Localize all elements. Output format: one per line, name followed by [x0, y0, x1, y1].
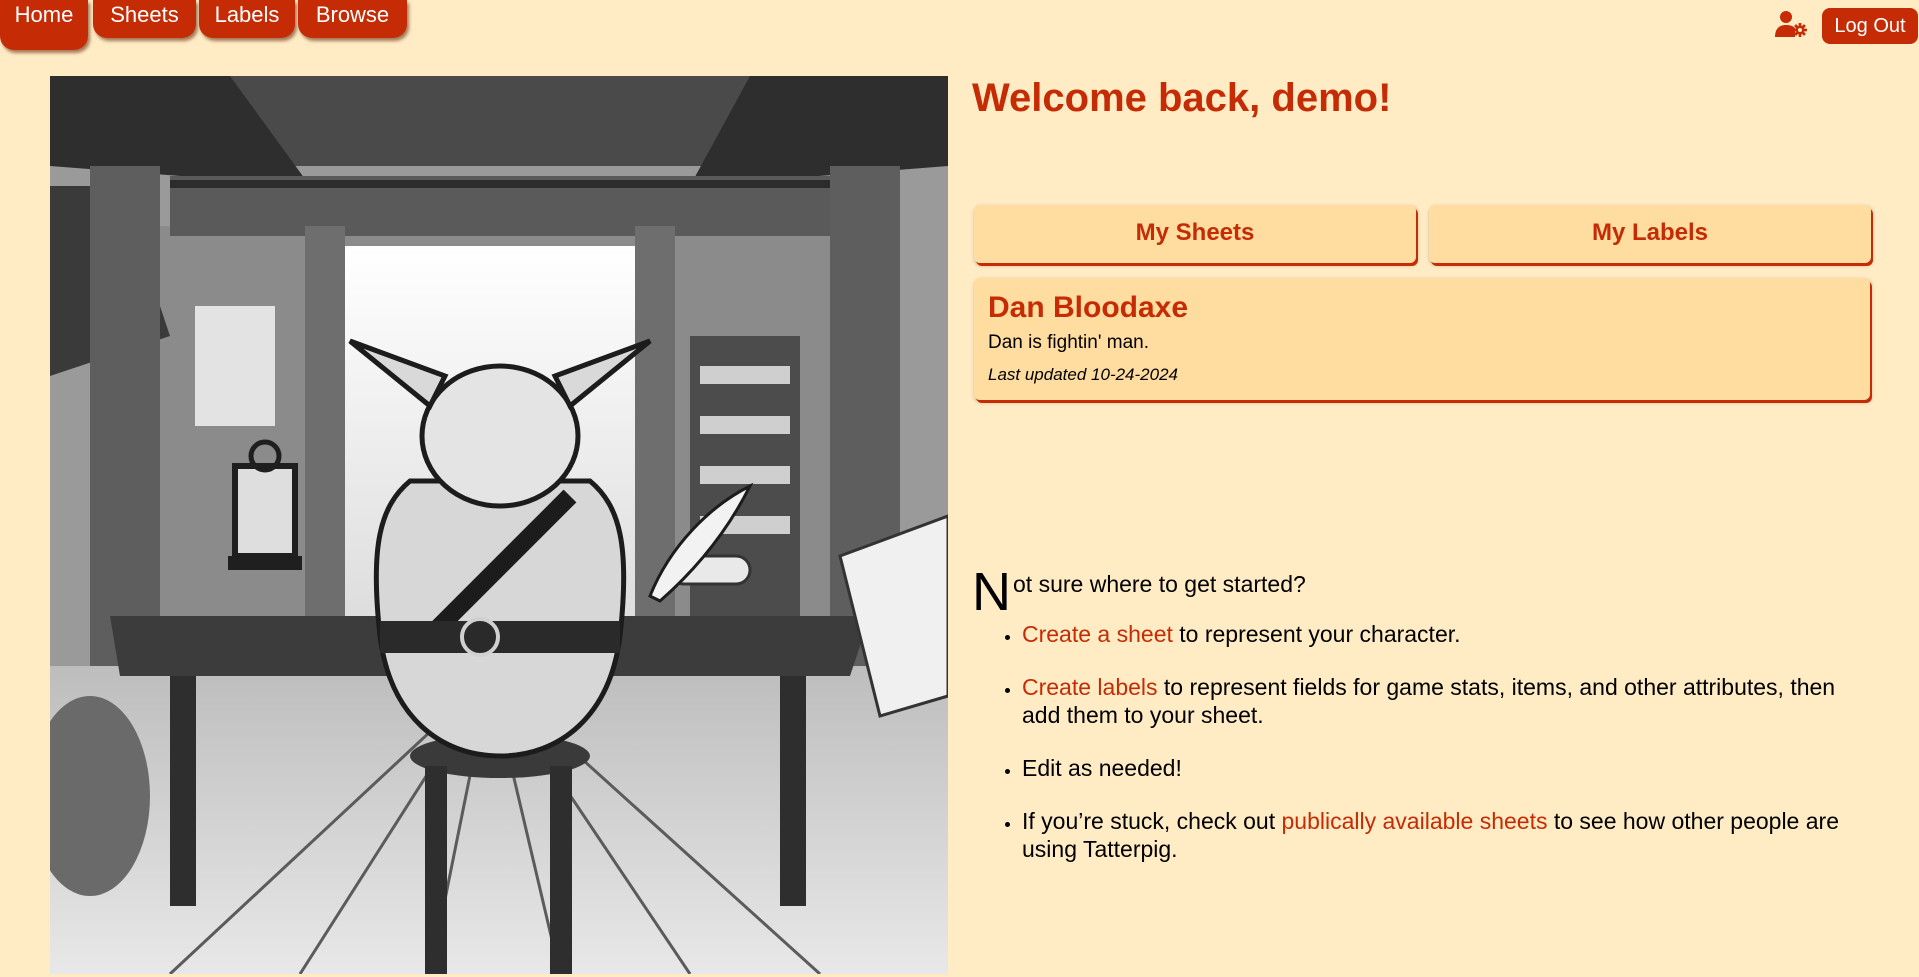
my-sheets-button[interactable]: My Sheets — [974, 205, 1416, 263]
list-item: Edit as needed! — [1022, 754, 1872, 782]
getting-started-intro: N ot sure where to get started? — [972, 562, 1852, 622]
hero-illustration — [50, 76, 948, 974]
top-nav: Home Sheets Labels Browse Log Out — [0, 0, 1919, 52]
sheet-card[interactable]: Dan Bloodaxe Dan is fightin' man. Last u… — [974, 278, 1870, 400]
nav-tab-home[interactable]: Home — [0, 0, 88, 50]
nav-tab-sheets[interactable]: Sheets — [93, 0, 196, 38]
sheet-card-title: Dan Bloodaxe — [988, 291, 1189, 324]
list-item: Create a sheet to represent your charact… — [1022, 620, 1872, 648]
pig-scribe-illustration — [50, 76, 948, 974]
logout-button[interactable]: Log Out — [1822, 8, 1918, 44]
create-labels-link[interactable]: Create labels — [1022, 674, 1158, 700]
nav-tab-labels[interactable]: Labels — [199, 0, 295, 38]
my-labels-button[interactable]: My Labels — [1429, 205, 1871, 263]
tip4-prefix: If you’re stuck, check out — [1022, 808, 1282, 834]
create-sheet-link[interactable]: Create a sheet — [1022, 621, 1173, 647]
public-sheets-link[interactable]: publically available sheets — [1282, 808, 1548, 834]
sheet-card-updated: Last updated 10-24-2024 — [988, 365, 1178, 384]
page-title: Welcome back, demo! — [972, 76, 1392, 120]
tips-list: Create a sheet to represent your charact… — [1022, 620, 1872, 888]
list-item: If you’re stuck, check out publically av… — [1022, 807, 1872, 863]
tip1-text: to represent your character. — [1172, 621, 1461, 647]
tip3-text: Edit as needed! — [1022, 755, 1182, 781]
nav-tab-browse[interactable]: Browse — [298, 0, 407, 38]
intro-dropcap: N — [972, 562, 1011, 622]
user-gear-icon[interactable] — [1774, 10, 1808, 38]
intro-text: ot sure where to get started? — [1013, 571, 1306, 597]
list-item: Create labels to represent fields for ga… — [1022, 673, 1872, 729]
sheet-card-description: Dan is fightin' man. — [988, 332, 1149, 353]
